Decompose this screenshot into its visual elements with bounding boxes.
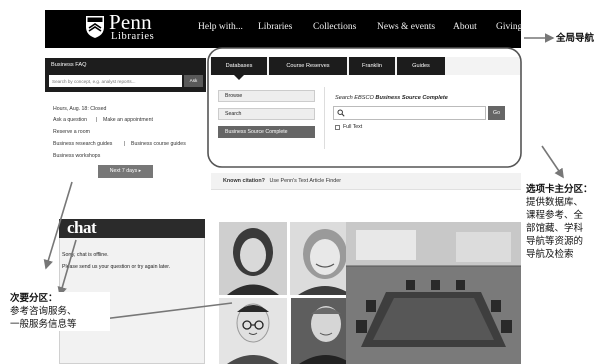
global-nav-callout-text: 全局导航 — [556, 33, 595, 44]
tabs-callout-line: 提供数据库、 — [526, 197, 584, 208]
tabs-highlight-frame — [207, 47, 522, 168]
tabs-callout-line: 导航及检索 — [526, 249, 574, 260]
secondary-callout-line: 一般服务信息等 — [10, 319, 77, 330]
tabs-arrow — [541, 145, 564, 179]
tabs-callout: 选项卡主分区： 提供数据库、 课程参考、全 部馆藏、学科 导航等资源的 导航及检… — [526, 183, 608, 261]
secondary-arrow-1 — [43, 181, 73, 270]
tabs-callout-title: 选项卡主分区： — [526, 184, 593, 195]
secondary-callout: 次要分区： 参考咨询服务、 一般服务信息等 — [10, 292, 110, 331]
tabs-callout-line: 部馆藏、学科 — [526, 223, 584, 234]
secondary-callout-title: 次要分区： — [10, 293, 58, 304]
secondary-arrow-2 — [57, 239, 77, 297]
tabs-callout-line: 导航等资源的 — [526, 236, 584, 247]
secondary-arrow-3 — [93, 302, 233, 324]
global-nav-callout: 全局导航 — [556, 32, 594, 45]
tabs-callout-line: 课程参考、全 — [526, 210, 584, 221]
secondary-callout-line: 参考咨询服务、 — [10, 306, 77, 317]
